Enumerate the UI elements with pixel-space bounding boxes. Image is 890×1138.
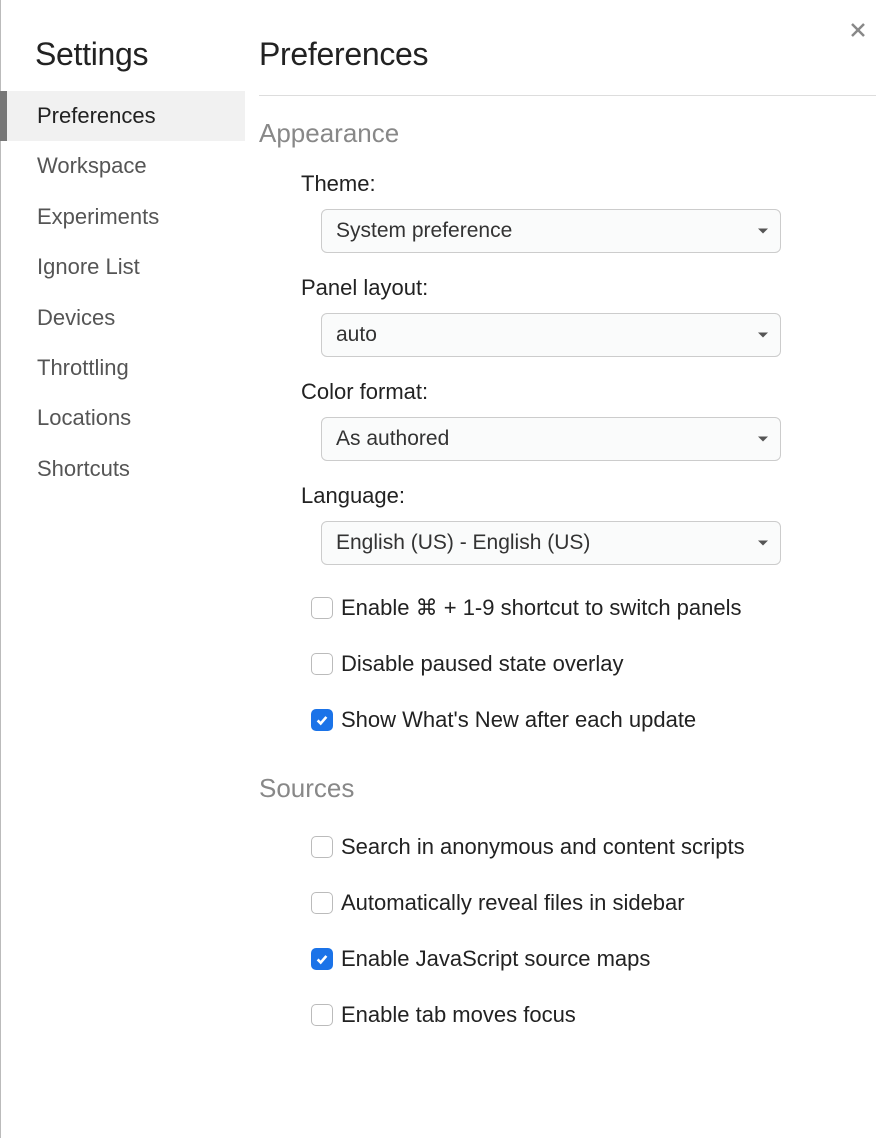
- caret-down-icon: [758, 437, 768, 442]
- checkbox-whatsnew[interactable]: [311, 709, 333, 731]
- checkbox-reveal-label: Automatically reveal files in sidebar: [341, 890, 685, 916]
- page-title: Preferences: [259, 36, 876, 96]
- section-heading-appearance: Appearance: [259, 118, 876, 149]
- panel-layout-select[interactable]: auto: [321, 313, 781, 357]
- language-label: Language:: [301, 483, 876, 509]
- sidebar-item-preferences[interactable]: Preferences: [1, 91, 245, 141]
- close-button[interactable]: [846, 18, 870, 42]
- checkbox-reveal[interactable]: [311, 892, 333, 914]
- panel-layout-select-value: auto: [336, 323, 377, 346]
- settings-layout: Settings Preferences Workspace Experimen…: [1, 0, 890, 1138]
- panel-layout-label: Panel layout:: [301, 275, 876, 301]
- section-heading-sources: Sources: [259, 773, 876, 804]
- theme-label: Theme:: [301, 171, 876, 197]
- close-icon: [850, 22, 866, 38]
- checkbox-tab-label: Enable tab moves focus: [341, 1002, 576, 1028]
- checkbox-search-label: Search in anonymous and content scripts: [341, 834, 745, 860]
- checkbox-search[interactable]: [311, 836, 333, 858]
- language-select[interactable]: English (US) - English (US): [321, 521, 781, 565]
- caret-down-icon: [758, 333, 768, 338]
- checkbox-overlay[interactable]: [311, 653, 333, 675]
- settings-sidebar: Settings Preferences Workspace Experimen…: [1, 0, 245, 1138]
- checkbox-shortcut-label: Enable ⌘ + 1-9 shortcut to switch panels: [341, 595, 742, 621]
- theme-select-value: System preference: [336, 219, 512, 242]
- check-icon: [315, 713, 329, 727]
- language-select-value: English (US) - English (US): [336, 531, 590, 554]
- check-icon: [315, 952, 329, 966]
- checkbox-maps-label: Enable JavaScript source maps: [341, 946, 650, 972]
- field-color-format: Color format: As authored: [301, 379, 876, 461]
- checkbox-row-whatsnew: Show What's New after each update: [311, 707, 876, 733]
- checkbox-row-overlay: Disable paused state overlay: [311, 651, 876, 677]
- theme-select[interactable]: System preference: [321, 209, 781, 253]
- checkbox-row-tab: Enable tab moves focus: [311, 1002, 876, 1028]
- field-theme: Theme: System preference: [301, 171, 876, 253]
- caret-down-icon: [758, 229, 768, 234]
- checkbox-overlay-label: Disable paused state overlay: [341, 651, 624, 677]
- field-language: Language: English (US) - English (US): [301, 483, 876, 565]
- field-panel-layout: Panel layout: auto: [301, 275, 876, 357]
- sidebar-item-throttling[interactable]: Throttling: [1, 343, 245, 393]
- checkbox-row-search: Search in anonymous and content scripts: [311, 834, 876, 860]
- color-format-label: Color format:: [301, 379, 876, 405]
- sidebar-item-shortcuts[interactable]: Shortcuts: [1, 444, 245, 494]
- checkbox-row-reveal: Automatically reveal files in sidebar: [311, 890, 876, 916]
- checkbox-row-shortcut: Enable ⌘ + 1-9 shortcut to switch panels: [311, 595, 876, 621]
- sidebar-item-experiments[interactable]: Experiments: [1, 192, 245, 242]
- sidebar-title: Settings: [1, 36, 245, 91]
- settings-content: Preferences Appearance Theme: System pre…: [245, 0, 890, 1138]
- caret-down-icon: [758, 541, 768, 546]
- sidebar-item-devices[interactable]: Devices: [1, 293, 245, 343]
- color-format-select-value: As authored: [336, 427, 449, 450]
- sidebar-item-ignore-list[interactable]: Ignore List: [1, 242, 245, 292]
- checkbox-tab[interactable]: [311, 1004, 333, 1026]
- checkbox-row-maps: Enable JavaScript source maps: [311, 946, 876, 972]
- checkbox-whatsnew-label: Show What's New after each update: [341, 707, 696, 733]
- sidebar-item-workspace[interactable]: Workspace: [1, 141, 245, 191]
- checkbox-shortcut[interactable]: [311, 597, 333, 619]
- checkbox-maps[interactable]: [311, 948, 333, 970]
- color-format-select[interactable]: As authored: [321, 417, 781, 461]
- sidebar-item-locations[interactable]: Locations: [1, 393, 245, 443]
